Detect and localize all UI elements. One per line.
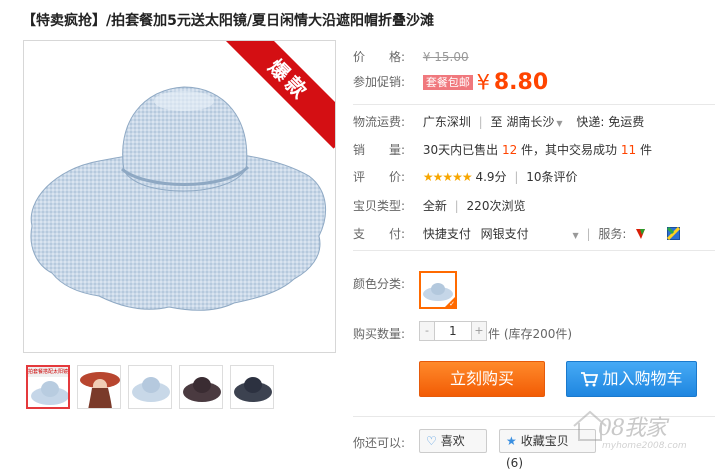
sales-mid: 件，其中交易成功 xyxy=(521,143,618,157)
rating-stars-icon: ★★★★★ xyxy=(422,170,473,184)
original-price: ¥ 15.00 xyxy=(422,50,469,64)
promo-label: 参加促销: xyxy=(353,75,406,89)
type-label: 宝贝类型: xyxy=(353,199,406,213)
quantity-row: 购买数量: xyxy=(353,325,419,342)
service-badge-icon[interactable] xyxy=(667,226,681,241)
payment-method-quick: 快捷支付 xyxy=(422,227,471,241)
thumbnail-3[interactable] xyxy=(128,365,172,409)
promo-row: 参加促销: 套餐包邮 ¥ 8.80 xyxy=(353,70,548,95)
quantity-label: 购买数量: xyxy=(353,327,406,341)
view-count: 220次浏览 xyxy=(466,199,526,213)
shipping-from: 广东深圳 xyxy=(422,115,471,129)
shipping-row: 物流运费: 广东深圳 | 至 湖南长沙 ▼ 快递: 免运费 xyxy=(353,113,644,130)
shipping-label: 物流运费: xyxy=(353,115,406,129)
star-icon: ★ xyxy=(506,434,517,448)
review-count-link[interactable]: 10条评价 xyxy=(526,170,577,184)
type-row: 宝贝类型: 全新 | 220次浏览 xyxy=(353,199,526,213)
checkmark-icon: ✓ xyxy=(449,300,455,308)
chevron-down-icon[interactable]: ▼ xyxy=(556,119,562,128)
product-title: 【特卖疯抢】/拍套餐加5元送太阳镜/夏日闲情大沿遮阳帽折叠沙滩 xyxy=(22,13,434,29)
hot-badge: 爆款 xyxy=(225,41,335,151)
thumbnail-tag: 拍套餐搭配太阳镜 xyxy=(28,367,68,377)
color-label: 颜色分类: xyxy=(353,277,406,291)
like-label: 喜欢 xyxy=(440,434,465,448)
color-option-selected[interactable]: ✓ xyxy=(419,271,457,309)
buy-now-button[interactable]: 立刻购买 xyxy=(419,361,545,397)
rating-row: 评 价: ★★★★★ 4.9分 | 10条评价 xyxy=(353,170,578,184)
chevron-down-icon[interactable]: ▼ xyxy=(573,231,579,240)
price-row: 价 格: ¥ 15.00 xyxy=(353,48,469,65)
item-condition: 全新 xyxy=(422,199,447,213)
thumbnail-1[interactable]: 拍套餐搭配太阳镜 xyxy=(26,365,70,409)
thumbnail-5[interactable] xyxy=(230,365,274,409)
promo-tag[interactable]: 套餐包邮 xyxy=(422,75,473,90)
color-row: 颜色分类: xyxy=(353,275,419,292)
sales-row: 销 量: 30天内已售出 12 件，其中交易成功 11 件 xyxy=(353,141,652,158)
divider xyxy=(353,250,715,251)
social-row: 你还可以: xyxy=(353,434,419,451)
watermark-logo: 08我家 myhome2008.com xyxy=(570,398,710,464)
sales-prefix: 30天内已售出 xyxy=(422,143,499,157)
heart-icon: ♡ xyxy=(426,434,437,448)
shipping-to-prefix: 至 xyxy=(490,115,503,129)
sales-success-count: 11 xyxy=(620,143,637,157)
watermark-text: 08我家 xyxy=(598,416,667,441)
payment-label: 支 付: xyxy=(353,227,406,241)
separator: | xyxy=(478,115,483,129)
promo-currency: ¥ xyxy=(476,70,491,95)
cart-icon xyxy=(580,365,599,399)
thumbnail-4[interactable] xyxy=(179,365,223,409)
payment-row: 支 付: 快捷支付 网银支付 ▼ | 服务: xyxy=(353,225,681,242)
guarantee-icon[interactable] xyxy=(634,227,647,240)
sales-label: 销 量: xyxy=(353,143,406,157)
increase-button[interactable]: + xyxy=(472,322,486,340)
quantity-stepper: - 1 + xyxy=(419,321,487,341)
add-to-cart-label: 加入购物车 xyxy=(602,369,683,388)
hot-badge-label: 爆款 xyxy=(225,41,335,149)
main-product-image[interactable]: 爆款 xyxy=(23,40,336,353)
divider xyxy=(353,104,715,105)
rating-score: 4.9分 xyxy=(475,170,507,184)
express-fee: 快递: 免运费 xyxy=(576,115,645,129)
stock-info: 件 (库存200件) xyxy=(488,327,573,341)
service-label: 服务: xyxy=(598,227,627,241)
add-to-cart-button[interactable]: 加入购物车 xyxy=(566,361,697,397)
decrease-button[interactable]: - xyxy=(420,322,434,340)
like-button[interactable]: ♡ 喜欢 xyxy=(419,429,487,453)
promo-price: 8.80 xyxy=(493,70,549,95)
payment-method-bank: 网银支付 xyxy=(480,227,529,241)
rating-label: 评 价: xyxy=(353,170,406,184)
social-label: 你还可以: xyxy=(353,436,406,450)
thumbnail-strip: 拍套餐搭配太阳镜 xyxy=(26,365,274,409)
sales-suffix: 件 xyxy=(640,143,653,157)
shipping-destination[interactable]: 湖南长沙 xyxy=(506,115,554,129)
thumbnail-2[interactable] xyxy=(77,365,121,409)
quantity-input[interactable]: 1 xyxy=(434,322,472,340)
watermark-url: myhome2008.com xyxy=(602,441,687,451)
price-label: 价 格: xyxy=(353,50,406,64)
sales-count: 12 xyxy=(501,143,518,157)
